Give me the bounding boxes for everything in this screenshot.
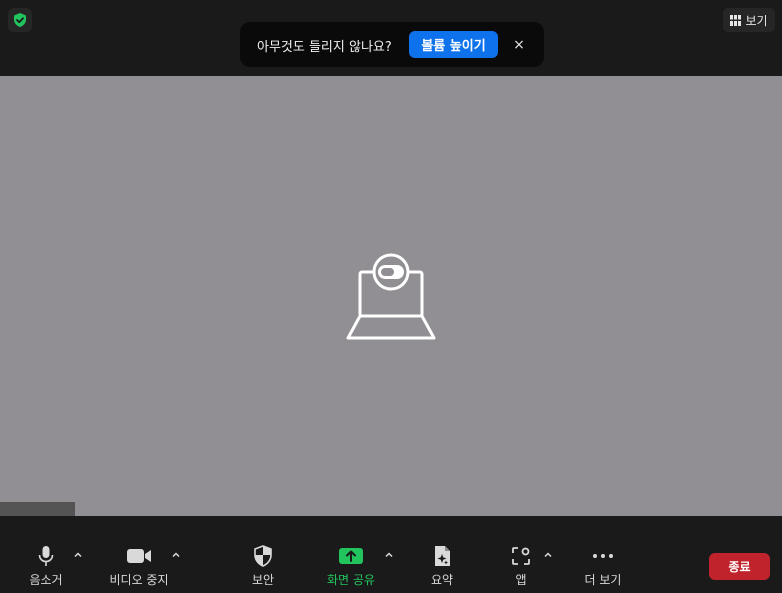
- apps-options-chevron-up-icon[interactable]: [542, 549, 554, 561]
- security-label: 보안: [251, 573, 275, 587]
- apps-icon: [512, 547, 530, 565]
- share-screen-arrow-up-icon: [339, 548, 363, 564]
- shield-check-icon: [14, 13, 26, 27]
- video-options-chevron-up-icon[interactable]: [170, 549, 182, 561]
- audio-options-chevron-up-icon[interactable]: [72, 549, 84, 561]
- video-camera-icon: [127, 549, 151, 563]
- document-sparkle-icon: [435, 546, 450, 566]
- share-screen-button[interactable]: 화면 공유: [322, 544, 380, 590]
- end-meeting-button[interactable]: 종료: [709, 553, 770, 580]
- mute-button[interactable]: 음소거: [26, 544, 66, 590]
- summary-button[interactable]: 요약: [425, 544, 459, 590]
- apps-button[interactable]: 앱: [508, 544, 534, 590]
- audio-toast: 아무것도 들리지 않나요? 볼륨 높이기 ×: [240, 22, 544, 67]
- close-icon[interactable]: ×: [509, 35, 529, 55]
- grid-icon: [730, 14, 742, 26]
- toast-message: 아무것도 들리지 않나요?: [257, 40, 392, 55]
- stop-video-button[interactable]: 비디오 중지: [104, 544, 174, 590]
- share-options-chevron-up-icon[interactable]: [383, 549, 395, 561]
- more-label: 더 보기: [584, 573, 622, 587]
- meeting-security-badge[interactable]: [8, 8, 32, 32]
- view-button[interactable]: 보기: [723, 8, 775, 32]
- laptop-camera-off-icon: [346, 253, 436, 340]
- meeting-toolbar: 음소거 비디오 중지 보안 화면 공유 요약 앱 더 보기 종료: [0, 516, 782, 593]
- increase-volume-button[interactable]: 볼륨 높이기: [409, 31, 498, 58]
- security-button[interactable]: 보안: [246, 544, 280, 590]
- mute-label: 음소거: [29, 573, 63, 587]
- view-label: 보기: [745, 13, 768, 28]
- share-label: 화면 공유: [327, 573, 375, 587]
- summary-label: 요약: [430, 573, 454, 587]
- video-stage: [0, 76, 782, 516]
- shield-icon: [254, 545, 272, 567]
- top-bar: 보기 아무것도 들리지 않나요? 볼륨 높이기 ×: [0, 0, 782, 76]
- more-button[interactable]: 더 보기: [581, 544, 625, 590]
- more-dots-icon: [593, 554, 613, 558]
- apps-label: 앱: [515, 573, 527, 587]
- video-label: 비디오 중지: [109, 573, 169, 587]
- microphone-icon: [38, 546, 54, 566]
